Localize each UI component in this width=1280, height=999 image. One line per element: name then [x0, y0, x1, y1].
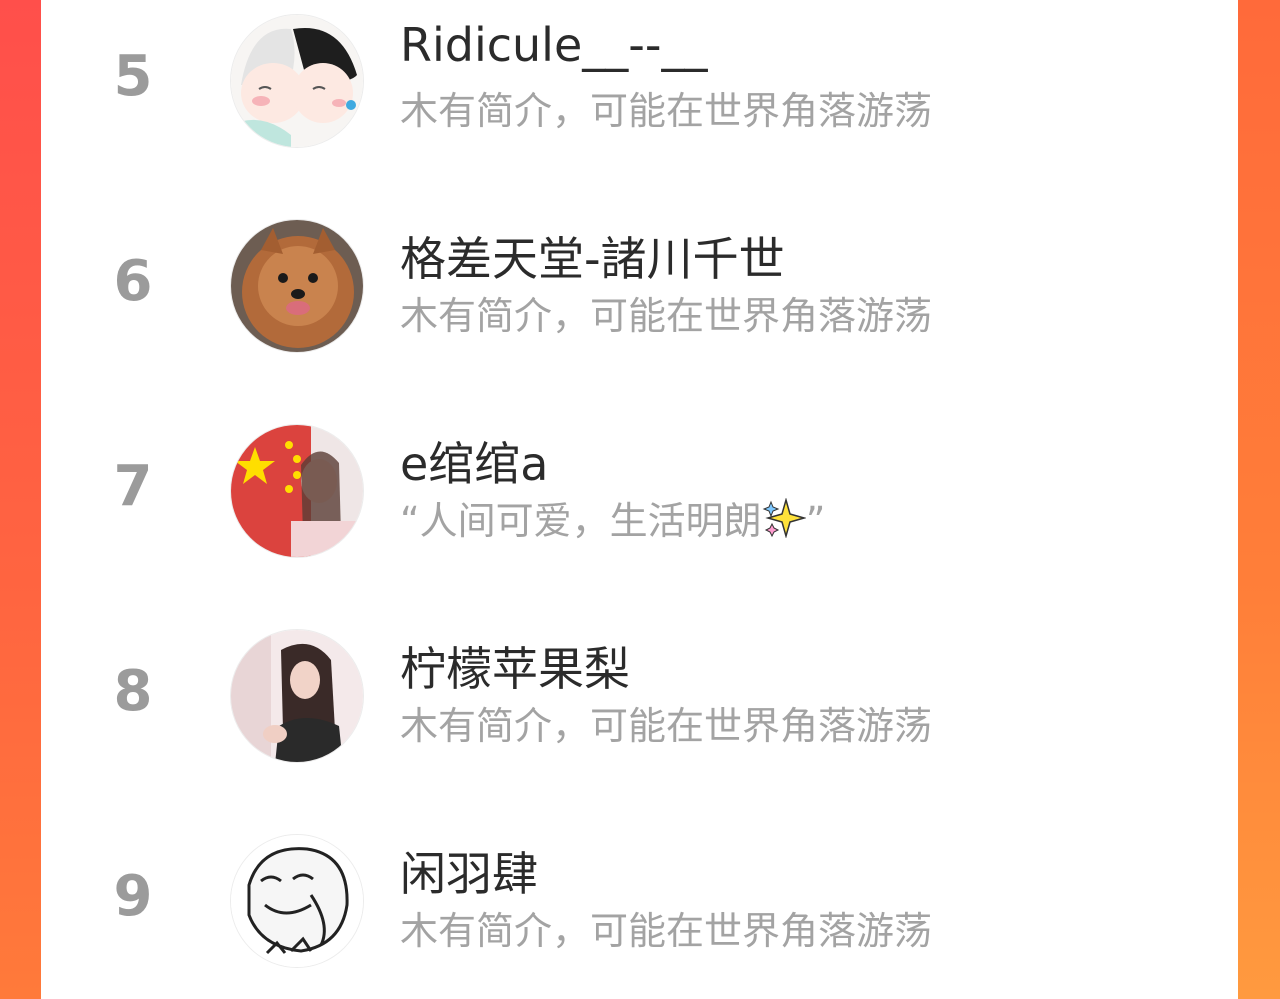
- user-bio: 木有简介，可能在世界角落游荡: [400, 294, 933, 338]
- left-gradient-border: [0, 0, 41, 999]
- rank-number: 7: [113, 454, 153, 519]
- username[interactable]: 柠檬苹果梨: [400, 633, 630, 699]
- user-bio: 木有简介，可能在世界角落游荡: [400, 89, 933, 133]
- ranking-row-5[interactable]: 5 Ridicule__--__ 木有简介，可能在世界角落游荡: [41, 0, 1238, 160]
- rank-number: 9: [113, 864, 153, 929]
- username[interactable]: 格差天堂-諸川千世: [400, 223, 785, 289]
- flag-girl-avatar[interactable]: [230, 424, 364, 558]
- rank-number: 6: [113, 249, 153, 314]
- username[interactable]: e绾绾a: [400, 428, 549, 494]
- bio-text-end: ”: [805, 499, 826, 543]
- ranking-row-8[interactable]: 8 柠檬苹果梨 木有简介，可能在世界角落游荡: [41, 615, 1238, 775]
- username[interactable]: 闲羽肆: [400, 838, 538, 904]
- ranking-row-7[interactable]: 7 e绾绾a “人间可爱，生活明朗 ”: [41, 410, 1238, 570]
- rank-number: 8: [113, 659, 153, 724]
- user-bio: 木有简介，可能在世界角落游荡: [400, 909, 933, 953]
- ranking-list-panel: 5 Ridicule__--__ 木有简介，可能在世界角落游荡 6 格差天堂-諸…: [41, 0, 1238, 999]
- girl-photo-avatar[interactable]: [230, 629, 364, 763]
- ranking-row-9[interactable]: 9 闲羽肆 木有简介，可能在世界角落游荡: [41, 820, 1238, 980]
- sparkles-icon: [762, 497, 807, 547]
- right-gradient-border: [1238, 0, 1280, 999]
- meme-face-avatar[interactable]: [230, 834, 364, 968]
- pomeranian-dog-avatar[interactable]: [230, 219, 364, 353]
- rank-number: 5: [113, 44, 153, 109]
- username[interactable]: Ridicule__--__: [400, 18, 707, 72]
- anime-couple-avatar[interactable]: [230, 14, 364, 148]
- user-bio: “人间可爱，生活明朗 ”: [400, 490, 825, 547]
- bio-text: “人间可爱，生活明朗: [400, 499, 762, 543]
- user-bio: 木有简介，可能在世界角落游荡: [400, 704, 933, 748]
- ranking-row-6[interactable]: 6 格差天堂-諸川千世 木有简介，可能在世界角落游荡: [41, 205, 1238, 365]
